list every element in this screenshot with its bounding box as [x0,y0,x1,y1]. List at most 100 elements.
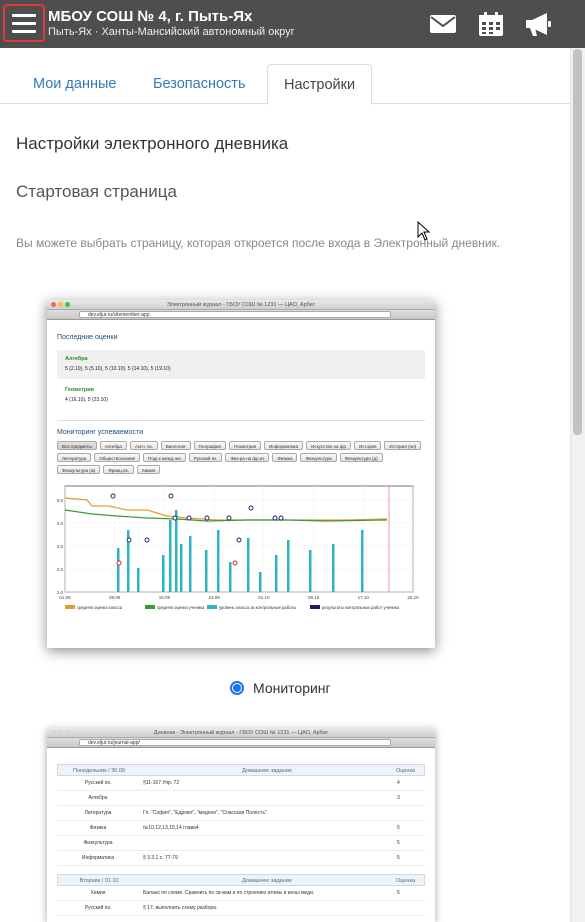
chart-x-tick-label: 09.09 [109,595,121,600]
diary-grade [391,901,425,915]
chart-legend-swatch [145,605,155,609]
diary-row: Химия Баланс по схеме. Сравнить по св-вам… [57,886,425,901]
chart-bar [259,572,262,592]
subject-filter-button[interactable]: Биология [160,441,191,450]
preview-toolbar: dev.eljur.ru/sitemember-app [47,310,435,320]
subject-filter-button[interactable]: История (нн) [384,441,422,450]
diary-grade: 4 [397,780,400,786]
chart-point [272,515,278,521]
chart-bar [162,555,165,592]
chart-point [186,515,192,521]
diary-day-header: Понедельник / 30.09 Домашнее задание Оце… [57,764,425,776]
calendar-icon[interactable] [476,10,506,38]
chart-bar [137,568,140,592]
preview-url: dev.eljur.ru/sitemember-app [79,311,391,318]
chart-bar [117,548,120,592]
monitoring-radio-button[interactable] [230,681,244,695]
chart-x-tick-label: 16.09 [159,595,171,600]
subject-filter-button[interactable]: Литература [57,453,92,462]
subject-filter-button[interactable]: Физика [272,453,298,462]
diary-toolbar: dev.eljur.ru/journal-app/ [47,738,435,748]
chart-point [110,493,116,499]
envelope-icon[interactable] [428,10,458,38]
diary-grade: 5 [397,890,400,896]
chart-point [204,515,210,521]
diary-row: Физика №10,12,13,15,14 глава4 5 [57,821,425,836]
subject-filter-button[interactable]: Франц.яз. [103,465,134,474]
monitoring-chart: 1.02.03.04.05.001.09 09.09 16.09 24.09 01.10… [57,485,419,610]
diary-homework: Гл. "София", "Едрово", "медное", "Спасск… [143,810,269,816]
recent-grades-box: Алгебра 5 (2.10), 5 (5.10), 5 (10.10), 5… [57,350,425,379]
chart-x-tick-label: 17.10 [358,595,370,600]
subject-filter-button[interactable]: История [353,441,382,450]
chart-x-tick-label: 09.10 [308,595,320,600]
preview-window-title: Электронный журнал - ГБОУ СОШ № 1231 — Ц… [47,300,435,310]
chart-legend-label: средняя оценка класса [77,605,123,610]
subject-filter-button[interactable]: Химия [136,465,161,474]
preview-window-title-text: Электронный журнал - ГБОУ СОШ № 1231 — Ц… [166,302,316,308]
subject-filter-button[interactable]: География [193,441,226,450]
monitoring-radio-option[interactable]: Мониторинг [230,680,331,696]
diary-subject: Химия [90,890,106,896]
tab-my-data[interactable]: Мои данные [17,64,132,104]
subject-filter-button[interactable]: Информатика [264,441,304,450]
chart-bar [169,520,172,592]
subject-filter-button[interactable]: Алгебра [99,441,127,450]
subject-filter-button[interactable]: Физкультура (д) [339,453,383,462]
diary-subject: Физика [89,825,107,831]
section-title: Стартовая страница [16,182,177,201]
subject-filter-button[interactable]: Обществознание [94,453,141,462]
diary-url: dev.eljur.ru/journal-app/ [79,739,391,746]
monitoring-preview-image[interactable]: Электронный журнал - ГБОУ СОШ № 1231 — Ц… [47,300,435,648]
subject-name: Геометрия [65,387,94,393]
chart-y-tick-label: 4.0 [57,521,64,526]
diary-homework-header: Домашнее задание [242,878,292,884]
subject-filter-button[interactable]: Искусство на фр [306,441,351,450]
subject-filter-button[interactable]: Физкультура (ж) [57,465,101,474]
chart-bar [332,544,335,592]
chart-bar [247,538,250,592]
diary-subject: Алгебра [88,795,108,801]
diary-table: Понедельник / 30.09 Домашнее задание Оце… [47,748,435,916]
monitoring-radio-label: Мониторинг [253,680,331,696]
tab-security[interactable]: Безопасность [137,64,262,104]
diary-subject: Физкультура [83,840,113,846]
subject-filter-button[interactable]: Физкультура [300,453,337,462]
subject-filter-button[interactable]: Все предметы [57,441,97,450]
chart-bar [175,510,178,592]
subject-filter-button[interactable]: Русский яз. [188,453,223,462]
scrollbar-thumb[interactable] [573,49,582,435]
diary-grade: 5 [397,825,400,831]
diary-grade [391,806,425,820]
chart-bar [180,544,183,592]
subject-filter-button[interactable]: Геометрия [228,441,262,450]
chart-x-tick-label: 01.10 [258,595,270,600]
hamburger-menu-icon[interactable] [3,4,45,42]
subject-filter-button[interactable]: Англ. яз. [129,441,158,450]
chart-point [236,537,242,543]
diary-window-title-text: Дневник - Электронный журнал - ГБОУ СОШ … [153,730,329,736]
diary-homework: § 17, выполнить схему разбора. [143,905,218,911]
diary-preview-image[interactable]: Дневник - Электронный журнал - ГБОУ СОШ … [47,728,435,922]
chart-x-tick-label: 25.10 [407,595,419,600]
diary-homework [139,791,391,805]
megaphone-icon[interactable] [523,10,553,38]
subject-filter-button[interactable]: Подг.к межд.экз [143,453,186,462]
subject-name: Алгебра [65,356,88,362]
page-title: Настройки электронного дневника [16,134,289,153]
tab-settings[interactable]: Настройки [267,64,373,105]
diary-grade: 3 [397,795,400,801]
chart-bar [361,530,364,592]
diary-subject: Информатика [81,855,115,861]
chart-legend-swatch [207,605,217,609]
chart-legend-label: уровень класса за контрольные работы [219,605,296,610]
diary-day-header: Вторник / 01.10 Домашнее задание Оценка [57,874,425,886]
subject-filter-button[interactable]: Физ-ра на фр.яз [225,453,270,462]
chart-legend-label: результаты контрольных работ ученика [322,605,400,610]
diary-grade: 5 [397,855,400,861]
recent-grades-title: Последние оценки [57,334,118,341]
diary-row: Русский яз. §11-167 Упр. 72 4 [57,776,425,791]
diary-subject: Русский яз. [84,905,112,911]
chart-bar [287,540,290,592]
diary-homework: § 3.3.1 с. 77-79 [143,855,178,861]
